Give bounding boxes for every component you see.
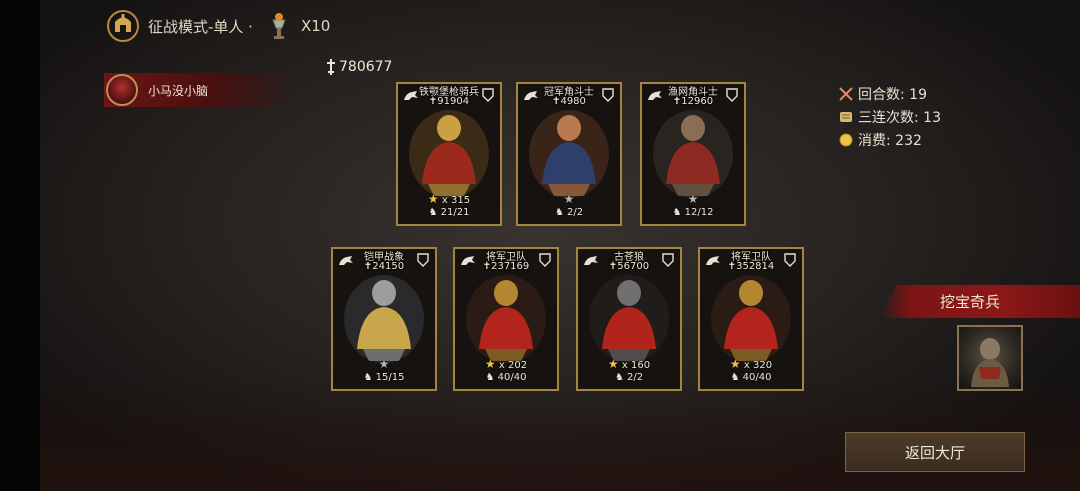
stat-cost: 消费: 232 <box>838 128 941 151</box>
treasure-unit-art <box>971 338 1009 387</box>
unit-power: ✝91904 <box>428 96 470 107</box>
player-name: 小马没小脑 <box>148 83 209 98</box>
unit-troops: ♞ 15/15 <box>363 372 405 383</box>
unit-stars: ★ <box>333 357 435 371</box>
unit-troops: ♞ 40/40 <box>485 372 527 383</box>
torch-lamp-icon <box>272 13 286 39</box>
unit-stars: ★ x 315 <box>427 192 471 206</box>
stat-rounds-text: 回合数: 19 <box>858 86 927 103</box>
player-badge[interactable]: 小马没小脑 <box>104 73 294 107</box>
unit-stars: ★ x 202 <box>484 357 528 371</box>
star-icon: ★ <box>484 357 496 371</box>
unit-card[interactable]: 渔网角斗士 ✝12960 ★ ♞ 12/12 <box>640 82 746 226</box>
scroll-icon <box>840 111 852 122</box>
unit-troops: ♞ 40/40 <box>730 372 772 383</box>
stat-rounds: 回合数: 19 <box>838 82 941 105</box>
player-avatar[interactable] <box>106 74 138 106</box>
unit-card[interactable]: 将军卫队 ✝237169 ★ x 202 ♞ 40/40 <box>453 247 559 391</box>
unit-stars: ★ <box>642 192 744 206</box>
unit-stars: ★ x 160 <box>607 357 651 371</box>
power-icon <box>327 59 335 75</box>
unit-card[interactable]: 将军卫队 ✝352814 ★ x 320 ♞ 40/40 <box>698 247 804 391</box>
star-icon: ★ <box>427 192 439 206</box>
stat-triple-text: 三连次数: 13 <box>858 109 941 126</box>
unit-power: ✝237169 <box>482 261 530 272</box>
gold-coin-icon <box>839 133 853 146</box>
star-icon: ★ <box>563 192 575 206</box>
left-black-bar <box>0 0 40 491</box>
total-power: 780677 <box>325 59 392 75</box>
unit-stars: ★ x 320 <box>729 357 773 371</box>
unit-card[interactable]: 古苍狼 ✝56700 ★ x 160 ♞ 2/2 <box>576 247 682 391</box>
battle-stats: 回合数: 19 三连次数: 13 消费: 232 <box>838 82 941 151</box>
return-lobby-button[interactable]: 返回大厅 <box>845 432 1025 472</box>
treasure-unit-card[interactable] <box>957 325 1023 391</box>
unit-card[interactable]: 铁颚堡枪骑兵 ✝91904 ★ x 315 ♞ 21/21 <box>396 82 502 226</box>
crossed-swords-icon <box>839 86 853 101</box>
stat-cost-text: 消费: 232 <box>858 132 922 149</box>
multiplier-label: X10 <box>300 17 331 35</box>
stat-triple: 三连次数: 13 <box>838 105 941 128</box>
unit-troops: ♞ 12/12 <box>672 207 714 218</box>
unit-troops: ♞ 2/2 <box>554 207 584 218</box>
mode-label: 征战模式-单人 · <box>148 17 253 36</box>
unit-power: ✝4980 <box>552 96 586 107</box>
total-power-value: 780677 <box>339 59 393 75</box>
unit-troops: ♞ 21/21 <box>428 207 470 218</box>
unit-card[interactable]: 冠军角斗士 ✝4980 ★ ♞ 2/2 <box>516 82 622 226</box>
treasure-label: 挖宝奇兵 <box>940 293 1001 311</box>
spartan-helmet-icon <box>107 10 139 42</box>
star-icon: ★ <box>607 357 619 371</box>
unit-troops: ♞ 2/2 <box>614 372 644 383</box>
unit-power: ✝56700 <box>608 261 650 272</box>
unit-power: ✝12960 <box>672 96 714 107</box>
star-icon: ★ <box>729 357 741 371</box>
mode-header: 征战模式-单人 · X10 <box>106 10 330 42</box>
star-icon: ★ <box>378 357 390 371</box>
unit-stars: ★ <box>518 192 620 206</box>
unit-card[interactable]: 铠甲战象 ✝24150 ★ ♞ 15/15 <box>331 247 437 391</box>
star-icon: ★ <box>687 192 699 206</box>
unit-power: ✝24150 <box>363 261 405 272</box>
unit-power: ✝352814 <box>727 261 775 272</box>
